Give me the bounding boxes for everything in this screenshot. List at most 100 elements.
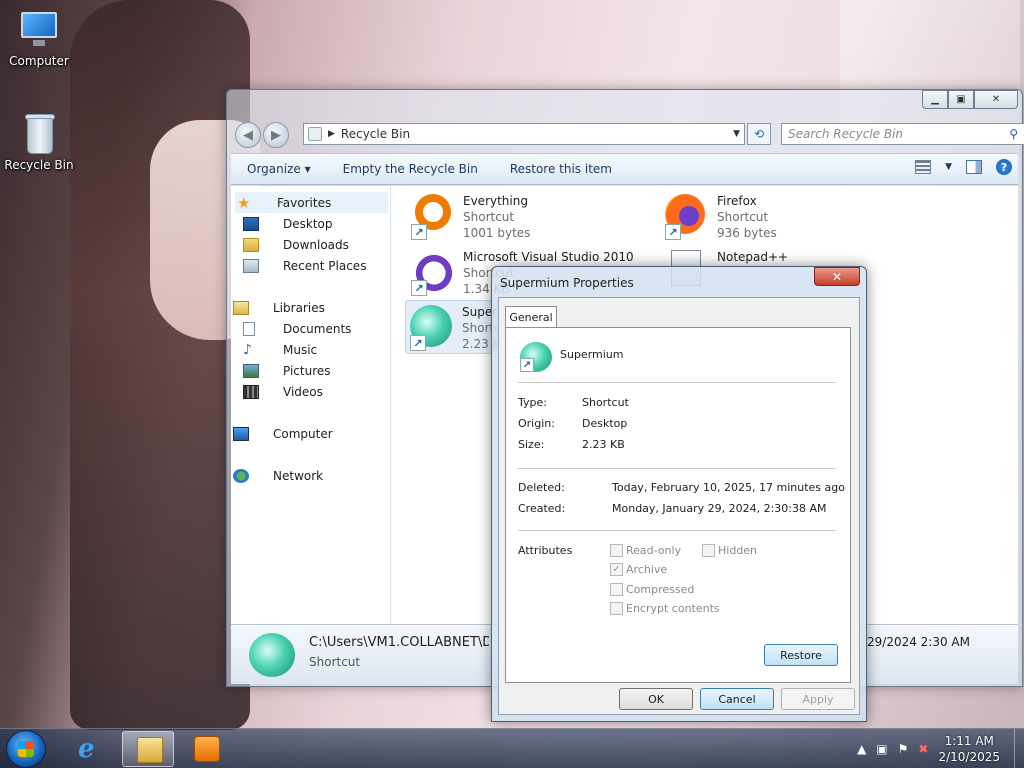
restore-item-button[interactable]: Restore this item bbox=[494, 162, 628, 176]
nav-favorites[interactable]: ★ Favorites bbox=[235, 192, 388, 213]
help-icon[interactable]: ? bbox=[996, 159, 1012, 175]
file-item-everything[interactable]: ↗ Everything Shortcut 1001 bytes bbox=[407, 190, 647, 244]
shortcut-arrow-icon: ↗ bbox=[411, 280, 427, 296]
change-view-icon[interactable] bbox=[915, 160, 932, 174]
libraries-icon bbox=[233, 300, 249, 315]
address-bar[interactable]: ▶ Recycle Bin ▼ bbox=[303, 123, 745, 145]
music-icon: ♪ bbox=[243, 341, 252, 358]
breadcrumb-chevron-icon: ▶ bbox=[328, 129, 335, 139]
network-icon bbox=[233, 468, 249, 483]
nav-libraries[interactable]: Libraries bbox=[231, 297, 390, 318]
command-bar: Organize ▾ Empty the Recycle Bin Restore… bbox=[231, 153, 1018, 185]
type-value: Shortcut bbox=[582, 396, 629, 409]
maximize-button[interactable]: ▣ bbox=[948, 90, 974, 109]
refresh-button[interactable]: ⟲ bbox=[747, 123, 771, 145]
origin-label: Origin: bbox=[518, 417, 555, 430]
cancel-button[interactable]: Cancel bbox=[700, 688, 774, 710]
shortcut-arrow-icon: ↗ bbox=[411, 224, 427, 240]
volume-muted-icon[interactable]: ✖ bbox=[918, 742, 928, 756]
taskbar-windows-explorer[interactable] bbox=[122, 731, 174, 767]
nav-desktop[interactable]: Desktop bbox=[231, 213, 390, 234]
address-text: Recycle Bin bbox=[340, 127, 411, 141]
action-center-flag-icon[interactable]: ⚑ bbox=[898, 742, 909, 756]
close-button[interactable]: ✕ bbox=[974, 90, 1018, 109]
nav-videos[interactable]: Videos bbox=[231, 381, 390, 402]
taskbar: e ▲ ▣ ⚑ ✖ 1:11 AM 2/10/2025 bbox=[0, 728, 1024, 768]
media-player-icon bbox=[194, 736, 220, 762]
recycle-bin-icon bbox=[308, 127, 322, 141]
taskbar-media-player[interactable] bbox=[180, 731, 232, 767]
recycle-bin-icon bbox=[17, 114, 61, 154]
file-item-firefox[interactable]: ↗ Firefox Shortcut 936 bytes bbox=[661, 190, 901, 244]
desktop-icon-label: Computer bbox=[9, 54, 69, 68]
details-type: Shortcut bbox=[309, 655, 361, 669]
minimize-button[interactable]: ▁ bbox=[922, 90, 948, 109]
view-controls: ▼ ? bbox=[915, 159, 1012, 175]
desktop-icon-label: Recycle Bin bbox=[4, 158, 74, 172]
desktop-icon-computer[interactable]: Computer bbox=[4, 10, 74, 68]
shortcut-arrow-icon: ↗ bbox=[410, 335, 426, 351]
chevron-down-icon[interactable]: ▼ bbox=[945, 162, 952, 172]
navigation-pane: ★ Favorites Desktop Downloads Recent Pla… bbox=[231, 186, 391, 624]
properties-dialog[interactable]: Supermium Properties ✕ General ↗ Supermi… bbox=[491, 266, 867, 722]
search-placeholder: Search Recycle Bin bbox=[788, 127, 904, 141]
deleted-label: Deleted: bbox=[518, 481, 565, 494]
type-label: Type: bbox=[518, 396, 547, 409]
checkbox-box bbox=[610, 583, 623, 596]
start-button[interactable] bbox=[6, 730, 46, 768]
nav-documents[interactable]: Documents bbox=[231, 318, 390, 339]
nav-music[interactable]: ♪ Music bbox=[231, 339, 390, 360]
archive-checkbox: ✓ Archive bbox=[610, 563, 667, 576]
apply-button: Apply bbox=[781, 688, 855, 710]
supermium-icon bbox=[249, 633, 295, 677]
nav-pictures[interactable]: Pictures bbox=[231, 360, 390, 381]
ok-button[interactable]: OK bbox=[619, 688, 693, 710]
navigation-bar: ◀ ▶ ▶ Recycle Bin ▼ ⟲ Search Recycle Bin… bbox=[235, 122, 1024, 148]
origin-value: Desktop bbox=[582, 417, 628, 430]
nav-downloads[interactable]: Downloads bbox=[231, 234, 390, 255]
deleted-value: Today, February 10, 2025, 17 minutes ago bbox=[612, 481, 845, 494]
network-status-icon[interactable]: ▣ bbox=[876, 742, 887, 756]
documents-icon bbox=[243, 321, 255, 336]
search-icon[interactable]: ⚲ bbox=[1009, 127, 1018, 141]
internet-explorer-icon: e bbox=[78, 734, 95, 764]
clock-date: 2/10/2025 bbox=[938, 750, 1000, 764]
checkmark-icon: ✓ bbox=[610, 563, 623, 576]
system-tray: ▲ ▣ ⚑ ✖ 1:11 AM 2/10/2025 bbox=[857, 729, 1024, 768]
clock[interactable]: 1:11 AM 2/10/2025 bbox=[938, 733, 1000, 765]
size-label: Size: bbox=[518, 438, 545, 451]
divider bbox=[518, 530, 836, 531]
desktop-icon-recycle-bin[interactable]: Recycle Bin bbox=[4, 114, 74, 172]
search-input[interactable]: Search Recycle Bin ⚲ bbox=[781, 123, 1024, 145]
computer-icon bbox=[233, 426, 249, 441]
tab-general[interactable]: General bbox=[505, 306, 557, 328]
compressed-checkbox: Compressed bbox=[610, 583, 694, 596]
chevron-down-icon[interactable]: ▼ bbox=[733, 129, 740, 139]
empty-recycle-bin-button[interactable]: Empty the Recycle Bin bbox=[327, 162, 494, 176]
nav-network[interactable]: Network bbox=[231, 465, 390, 486]
created-value: Monday, January 29, 2024, 2:30:38 AM bbox=[612, 502, 827, 515]
item-name: Supermium bbox=[560, 348, 624, 361]
taskbar-internet-explorer[interactable]: e bbox=[64, 731, 116, 767]
details-date: 29/2024 2:30 AM bbox=[867, 635, 970, 649]
checkbox-box bbox=[702, 544, 715, 557]
star-icon: ★ bbox=[237, 193, 251, 212]
attributes-label: Attributes bbox=[518, 544, 573, 557]
back-button[interactable]: ◀ bbox=[235, 122, 261, 148]
preview-pane-icon[interactable] bbox=[966, 160, 982, 174]
created-label: Created: bbox=[518, 502, 566, 515]
encrypt-checkbox: Encrypt contents bbox=[610, 602, 720, 615]
nav-computer[interactable]: Computer bbox=[231, 423, 390, 444]
show-desktop-button[interactable] bbox=[1014, 729, 1024, 768]
shortcut-arrow-icon: ↗ bbox=[665, 224, 681, 240]
organize-button[interactable]: Organize ▾ bbox=[231, 162, 327, 176]
dialog-body: General ↗ Supermium Type: Shortcut Origi… bbox=[498, 297, 860, 715]
nav-recent-places[interactable]: Recent Places bbox=[231, 255, 390, 276]
dialog-close-button[interactable]: ✕ bbox=[814, 267, 860, 286]
computer-icon bbox=[17, 10, 61, 50]
clock-time: 1:11 AM bbox=[944, 734, 994, 748]
show-hidden-icons-icon[interactable]: ▲ bbox=[857, 742, 866, 756]
forward-button[interactable]: ▶ bbox=[263, 122, 289, 148]
restore-button[interactable]: Restore bbox=[764, 644, 838, 666]
folder-icon bbox=[137, 737, 163, 763]
